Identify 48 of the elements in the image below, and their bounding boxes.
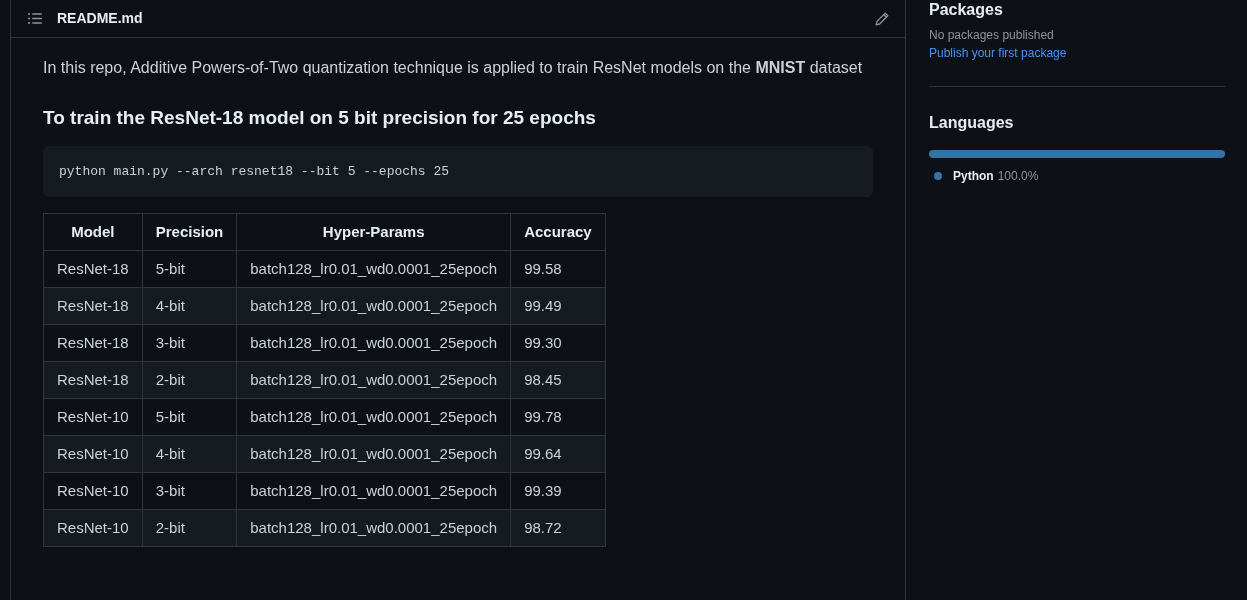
table-cell: ResNet-10 (43, 435, 143, 473)
table-cell: batch128_lr0.01_wd0.0001_25epoch (236, 398, 511, 436)
table-cell: batch128_lr0.01_wd0.0001_25epoch (236, 324, 511, 362)
table-cell: ResNet-18 (43, 361, 143, 399)
table-cell: batch128_lr0.01_wd0.0001_25epoch (236, 509, 511, 547)
section-heading: To train the ResNet-18 model on 5 bit precision for 25 epochs (43, 106, 597, 130)
table-cell: batch128_lr0.01_wd0.0001_25epoch (236, 472, 511, 510)
column-header: Hyper-Params (236, 213, 511, 251)
table-cell: 98.45 (510, 361, 606, 399)
table-cell: 99.49 (510, 287, 606, 325)
column-header: Precision (142, 213, 237, 251)
language-name[interactable]: Python (953, 167, 994, 185)
column-header: Model (43, 213, 143, 251)
table-cell: 4-bit (142, 435, 237, 473)
table-cell: ResNet-10 (43, 509, 143, 547)
language-percent: 100.0% (997, 168, 1039, 185)
table-cell: 4-bit (142, 287, 237, 325)
description-text: In this repo, Additive Powers-of-Two quantization technique is applied to train ResNet models on the MNIST dataset (43, 58, 864, 78)
table-cell: 5-bit (142, 398, 237, 436)
table-cell: ResNet-10 (43, 472, 143, 510)
list-icon[interactable] (28, 13, 42, 24)
table-cell: batch128_lr0.01_wd0.0001_25epoch (236, 287, 511, 325)
publish-package-link[interactable]: Publish your first package (929, 46, 1067, 60)
file-name: README.md (57, 9, 143, 28)
pencil-icon[interactable] (875, 11, 889, 26)
languages-heading: Languages (929, 113, 1015, 133)
packages-heading: Packages (929, 0, 1004, 20)
table-cell: 99.78 (510, 398, 606, 436)
table-cell: 98.72 (510, 509, 606, 547)
no-packages-text: No packages published (929, 27, 1055, 44)
column-header: Accuracy (510, 213, 606, 251)
table-cell: ResNet-18 (43, 287, 143, 325)
table-cell: ResNet-10 (43, 398, 143, 436)
table-cell: 99.39 (510, 472, 606, 510)
table-cell: ResNet-18 (43, 250, 143, 288)
table-cell: 99.30 (510, 324, 606, 362)
table-cell: batch128_lr0.01_wd0.0001_25epoch (236, 250, 511, 288)
code-block: python main.py --arch resnet18 --bit 5 --epochs 25 (43, 146, 873, 197)
table-cell: 3-bit (142, 472, 237, 510)
table-cell: 2-bit (142, 509, 237, 547)
table-cell: 2-bit (142, 361, 237, 399)
table-cell: batch128_lr0.01_wd0.0001_25epoch (236, 435, 511, 473)
table-cell: 5-bit (142, 250, 237, 288)
table-cell: ResNet-18 (43, 324, 143, 362)
table-cell: batch128_lr0.01_wd0.0001_25epoch (236, 361, 511, 399)
table-cell: 3-bit (142, 324, 237, 362)
table-cell: 99.58 (510, 250, 606, 288)
table-cell: 99.64 (510, 435, 606, 473)
